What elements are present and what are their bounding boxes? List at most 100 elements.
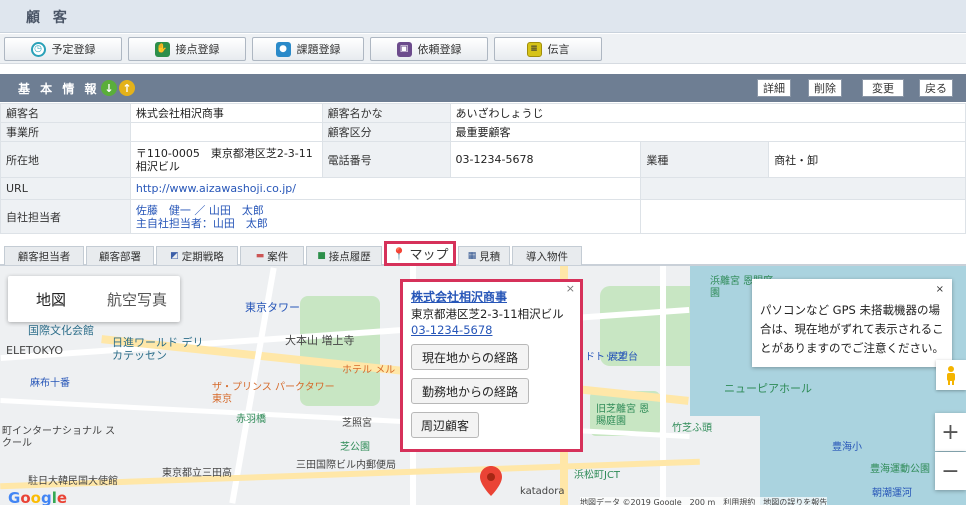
label-industry: 業種 <box>640 141 770 178</box>
main-staff[interactable]: 主自社担当者：山田 太郎 <box>136 217 635 230</box>
message-button[interactable]: ≡ 伝言 <box>494 37 602 61</box>
place-label: 豊海小 <box>832 442 862 453</box>
map-attribution: 地図データ ©2019 Google 200 m 利用規約 地図の誤りを報告 <box>580 497 828 505</box>
popup-address: 東京都港区芝2-3-11相沢ビル <box>411 307 564 321</box>
place-label: ザ・プリンス パークタワー東京 <box>212 382 335 405</box>
customer-info-table: 顧客名 株式会社相沢商事 顧客名かな あいざわしょうじ 事業所 顧客区分 最重要… <box>0 103 966 234</box>
issue-register-button[interactable]: ● 課題登録 <box>252 37 364 61</box>
tab-customer-departments[interactable]: 顧客部署 <box>86 246 154 265</box>
map-type-toggle: 地図 航空写真 <box>8 276 180 322</box>
place-label: 三田国際ビル内郵便局 <box>296 460 396 471</box>
tab-label: 顧客担当者 <box>17 250 71 263</box>
popup-customer-name[interactable]: 株式会社相沢商事 <box>411 288 507 305</box>
url-blank <box>640 177 966 200</box>
handshake-icon: ✋ <box>154 41 170 57</box>
label-name: 顧客名 <box>0 103 131 123</box>
place-label: ホテル メル <box>342 365 396 376</box>
place-label: 駐日大韓民国大使館 <box>28 476 118 487</box>
tab-label: 導入物件 <box>526 250 568 263</box>
place-label: ニューピアホール <box>724 382 812 395</box>
arrow-up-icon[interactable]: ↑ <box>119 80 135 96</box>
zoom-out-button[interactable]: − <box>935 452 966 490</box>
tab-label: 見積 <box>479 250 501 263</box>
customer-staff: 佐藤 健一 ／ 山田 太郎 主自社担当者：山田 太郎 <box>129 199 642 234</box>
tab-periodic-strategy[interactable]: ◩ 定期戦略 <box>156 246 238 265</box>
basic-info-header: 基 本 情 報 ↓ ↑ 詳細 削除 変更 戻る <box>0 74 966 102</box>
label-address: 所在地 <box>0 141 131 178</box>
gps-notice: × パソコンなど GPS 未搭載機器の場合は、現在地がずれて表示されることがあり… <box>752 279 952 367</box>
action-toolbar: ◷ 予定登録 ✋ 接点登録 ● 課題登録 ▣ 依頼登録 ≡ 伝言 <box>0 34 966 64</box>
map-marker-icon[interactable] <box>480 466 502 496</box>
tab-contact-history[interactable]: ■ 接点履歴 <box>306 246 382 265</box>
customer-phone: 03-1234-5678 <box>449 141 642 178</box>
place-label: 芝公園 <box>340 442 370 453</box>
customer-industry: 商社・卸 <box>768 141 966 178</box>
tab-customer-contacts[interactable]: 顧客担当者 <box>4 246 84 265</box>
place-label: 麻布十番 <box>30 378 70 389</box>
street-view-pegman-icon[interactable] <box>936 360 966 390</box>
map-type-satellite-button[interactable]: 航空写真 <box>94 276 180 322</box>
nearby-customers-button[interactable]: 周辺顧客 <box>411 412 479 438</box>
place-label: 旧芝離宮 恩賜庭園 <box>596 404 650 427</box>
place-label: 日進ワールド デリカテッセン <box>112 336 204 362</box>
tab-map[interactable]: 📍 マップ <box>384 241 456 266</box>
map-type-map-button[interactable]: 地図 <box>8 276 94 322</box>
staff-names[interactable]: 佐藤 健一 ／ 山田 太郎 <box>136 204 635 217</box>
map-info-popup: × 株式会社相沢商事 東京都港区芝2-3-11相沢ビル 03-1234-5678… <box>400 279 583 452</box>
delete-button[interactable]: 削除 <box>808 79 842 97</box>
tab-deals[interactable]: ▬ 案件 <box>240 246 304 265</box>
gift-icon: ▣ <box>396 41 412 57</box>
back-button[interactable]: 戻る <box>919 79 953 97</box>
notice-close-icon[interactable]: × <box>936 284 944 295</box>
person-icon: ● <box>275 41 291 57</box>
popup-close-icon[interactable]: × <box>566 282 575 295</box>
place-label: 浜松町JCT <box>574 470 621 481</box>
place-label: 町インターナショナル スクール <box>2 426 116 449</box>
chart-icon: ◩ <box>170 251 179 261</box>
change-button[interactable]: 変更 <box>862 79 904 97</box>
detail-button[interactable]: 詳細 <box>757 79 791 97</box>
section-title: 基 本 情 報 <box>18 82 100 96</box>
tab-label: 顧客部署 <box>99 250 141 263</box>
place-label: katadora <box>520 486 565 497</box>
contact-register-button[interactable]: ✋ 接点登録 <box>128 37 246 61</box>
customer-url: http://www.aizawashoji.co.jp/ <box>129 177 642 200</box>
memo-icon: ≡ <box>526 41 542 57</box>
place-label: 豊海運動公園 <box>870 464 930 475</box>
zoom-in-button[interactable]: + <box>935 413 966 451</box>
place-label: 赤羽橋 <box>236 414 266 425</box>
request-register-button[interactable]: ▣ 依頼登録 <box>370 37 488 61</box>
button-label: 伝言 <box>547 43 570 56</box>
place-label: 東京タワー <box>245 301 300 314</box>
map-pin-icon: 📍 <box>391 246 407 261</box>
schedule-register-button[interactable]: ◷ 予定登録 <box>4 37 122 61</box>
tab-estimates[interactable]: ▦ 見積 <box>458 246 510 265</box>
popup-phone[interactable]: 03-1234-5678 <box>411 323 492 337</box>
page-title: 顧 客 <box>26 10 71 26</box>
customer-kana: あいざわしょうじ <box>449 103 966 123</box>
calculator-icon: ▦ <box>467 251 477 261</box>
detail-tabs: 顧客担当者 顧客部署 ◩ 定期戦略 ▬ 案件 ■ 接点履歴 📍 マップ ▦ 見積… <box>0 241 966 266</box>
clock-icon: ◷ <box>30 41 46 57</box>
tab-label: 接点履歴 <box>328 250 371 263</box>
label-staff: 自社担当者 <box>0 199 131 234</box>
tab-label: 案件 <box>267 250 289 263</box>
button-label: 予定登録 <box>51 43 96 56</box>
route-from-work-button[interactable]: 勤務地からの経路 <box>411 378 529 404</box>
label-kana: 顧客名かな <box>321 103 451 123</box>
label-category: 顧客区分 <box>321 122 451 142</box>
tab-installed-properties[interactable]: 導入物件 <box>512 246 582 265</box>
route-from-current-button[interactable]: 現在地からの経路 <box>411 344 529 370</box>
place-label: 朝潮運河 <box>872 488 912 499</box>
place-label: ELETOKYO <box>6 344 64 357</box>
road <box>660 266 666 505</box>
label-phone: 電話番号 <box>321 141 451 178</box>
customer-name: 株式会社相沢商事 <box>129 103 323 123</box>
customer-address: 〒110-0005 東京都港区芝2-3-11相沢ビル <box>129 141 323 178</box>
google-logo: Google <box>8 489 68 505</box>
place-label: ドトップ <box>585 352 625 363</box>
arrow-down-icon[interactable]: ↓ <box>101 80 117 96</box>
customer-office <box>129 122 323 142</box>
handshake-icon: ■ <box>317 251 326 261</box>
url-link[interactable]: http://www.aizawashoji.co.jp/ <box>136 182 296 195</box>
